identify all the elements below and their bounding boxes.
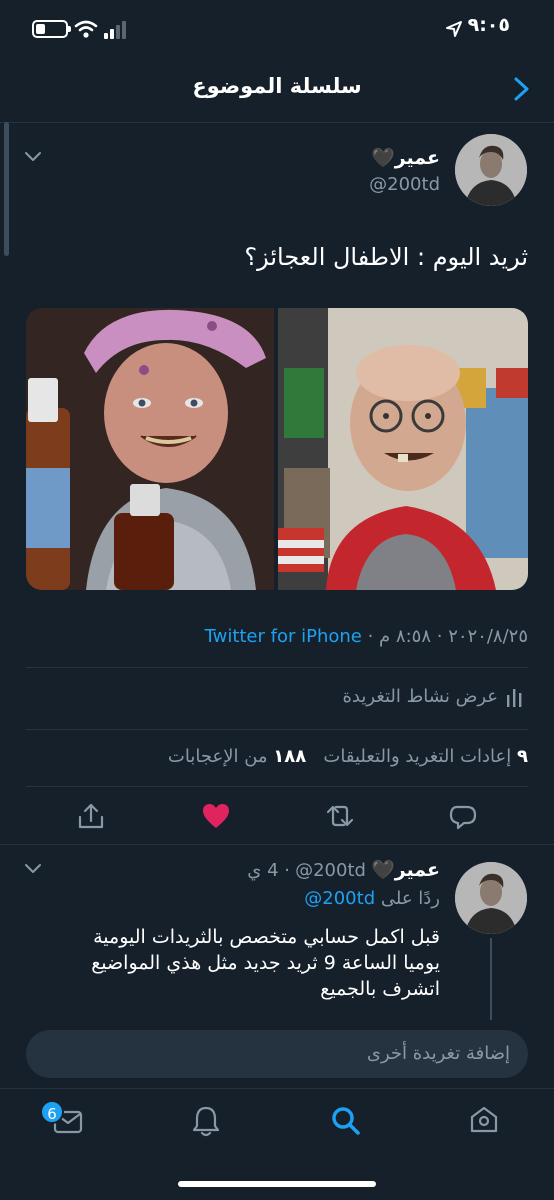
reply-text-line: يوميا الساعة 9 ثريد جديد مثل هذي المواضي… <box>91 952 440 974</box>
wifi-icon <box>74 20 98 38</box>
like-heart-icon[interactable] <box>200 800 232 832</box>
home-indicator <box>178 1181 376 1187</box>
reply-chevron-down-icon[interactable] <box>24 862 42 876</box>
tabbar-divider <box>0 1088 554 1089</box>
divider <box>0 844 554 845</box>
tweet-photo-1[interactable] <box>26 308 274 590</box>
tweet-author-name[interactable]: عمير🖤 <box>371 146 440 169</box>
scrollbar[interactable] <box>4 122 9 256</box>
reply-icon[interactable] <box>447 800 479 832</box>
analytics-icon <box>507 689 522 707</box>
likes-count[interactable]: ١٨٨ <box>273 746 306 767</box>
share-icon[interactable] <box>75 800 107 832</box>
location-arrow-icon <box>446 21 462 37</box>
thread-line <box>490 938 492 1020</box>
retweet-icon[interactable] <box>324 800 356 832</box>
tab-search[interactable] <box>330 1105 362 1137</box>
view-activity-button[interactable]: عرض نشاط التغريدة <box>26 676 528 720</box>
tweet-meta: ٢٠٢٠/٨/٢٥ · ٨:٥٨ م · Twitter for iPhone <box>204 626 528 647</box>
retweets-label[interactable]: إعادات التغريد والتعليقات <box>323 746 511 767</box>
replying-to: ردًا على @200td <box>304 888 440 909</box>
chevron-down-icon[interactable] <box>24 150 42 164</box>
reply-avatar[interactable] <box>455 862 527 934</box>
status-time: ٩:٠٥ <box>467 14 510 36</box>
reply-text-line: قبل اكمل حسابي متخصص بالثريدات اليومية <box>93 926 440 948</box>
tab-notifications[interactable] <box>190 1104 222 1138</box>
back-chevron-icon[interactable] <box>512 76 532 102</box>
tweet-photo-2[interactable] <box>278 308 528 590</box>
view-activity-label: عرض نشاط التغريدة <box>342 686 499 707</box>
divider <box>26 729 528 730</box>
tab-home[interactable] <box>468 1104 500 1136</box>
likes-label[interactable]: من الإعجابات <box>168 746 268 767</box>
reply-text-line: اتشرف بالجميع <box>320 978 440 1000</box>
tweet-author-handle[interactable]: @200td <box>369 174 440 195</box>
tweet-media[interactable] <box>26 308 528 590</box>
reply-text: قبل اكمل حسابي متخصص بالثريدات اليومية ي… <box>20 924 440 1002</box>
messages-badge: 6 <box>40 1100 64 1124</box>
reply-author-handle[interactable]: @200td <box>295 860 366 881</box>
replying-to-prefix: ردًا على <box>380 888 440 909</box>
reply-time: 4 ي <box>247 860 279 881</box>
tweet-time: ٨:٥٨ م <box>379 626 431 647</box>
compose-bar[interactable]: إضافة تغريدة أخرى <box>26 1030 528 1078</box>
compose-placeholder[interactable]: إضافة تغريدة أخرى <box>367 1043 510 1064</box>
tweet-date: ٢٠٢٠/٨/٢٥ <box>448 626 528 647</box>
tweet-stats: ٩ إعادات التغريد والتعليقات ١٨٨ من الإعج… <box>26 746 528 767</box>
tweet-text: ثريد اليوم : الاطفال العجائز؟ <box>244 243 528 271</box>
page-title: سلسلة الموضوع <box>192 74 362 98</box>
tweet-client-link[interactable]: Twitter for iPhone <box>205 626 362 647</box>
reply-header: عمير🖤 @200td · 4 ي <box>247 859 440 881</box>
signal-icon <box>104 21 126 39</box>
avatar[interactable] <box>455 134 527 206</box>
retweets-count[interactable]: ٩ <box>517 746 528 767</box>
divider <box>26 786 528 787</box>
divider <box>26 667 528 668</box>
reply-author-name[interactable]: عمير🖤 <box>371 859 440 881</box>
replying-to-handle[interactable]: @200td <box>304 888 375 909</box>
header-divider <box>0 122 554 123</box>
battery-icon <box>32 20 71 38</box>
